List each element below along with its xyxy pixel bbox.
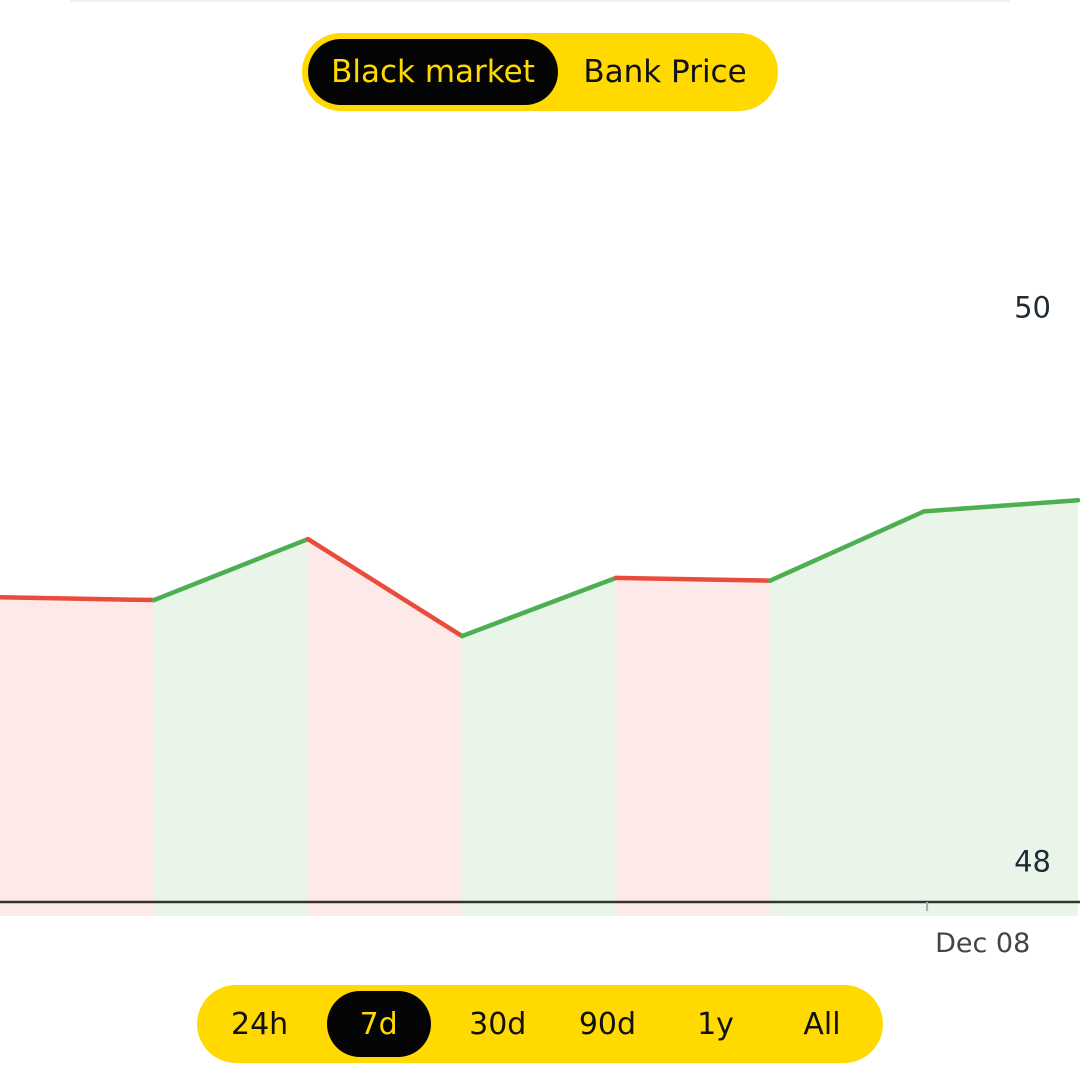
down-segment-line — [0, 595, 157, 603]
range-1y-tab[interactable]: 1y — [675, 991, 757, 1057]
down-segment-fill — [308, 539, 462, 916]
time-range-toggle: 24h 7d 30d 90d 1y All — [197, 985, 883, 1063]
y-tick-label: 48 — [1014, 845, 1051, 879]
area-fills — [0, 500, 1078, 916]
down-segment-fill — [0, 597, 154, 916]
range-30d-tab[interactable]: 30d — [455, 991, 540, 1057]
chart-page: Black market Bank Price 50 48 Dec 08 24h 7… — [0, 0, 1080, 1089]
range-24h-tab[interactable]: 24h — [217, 991, 302, 1057]
down-segment-line — [613, 575, 773, 583]
x-tick-label: Dec 08 — [935, 928, 1030, 959]
range-90d-tab[interactable]: 90d — [565, 991, 650, 1057]
up-segment-fill — [154, 539, 308, 916]
price-chart: 50 48 Dec 08 — [0, 290, 1080, 959]
down-segment-fill — [616, 577, 770, 916]
range-7d-tab[interactable]: 7d — [326, 991, 431, 1057]
y-tick-label: 50 — [1014, 290, 1051, 324]
up-segment-fill — [924, 500, 1078, 916]
range-all-tab[interactable]: All — [781, 991, 863, 1057]
